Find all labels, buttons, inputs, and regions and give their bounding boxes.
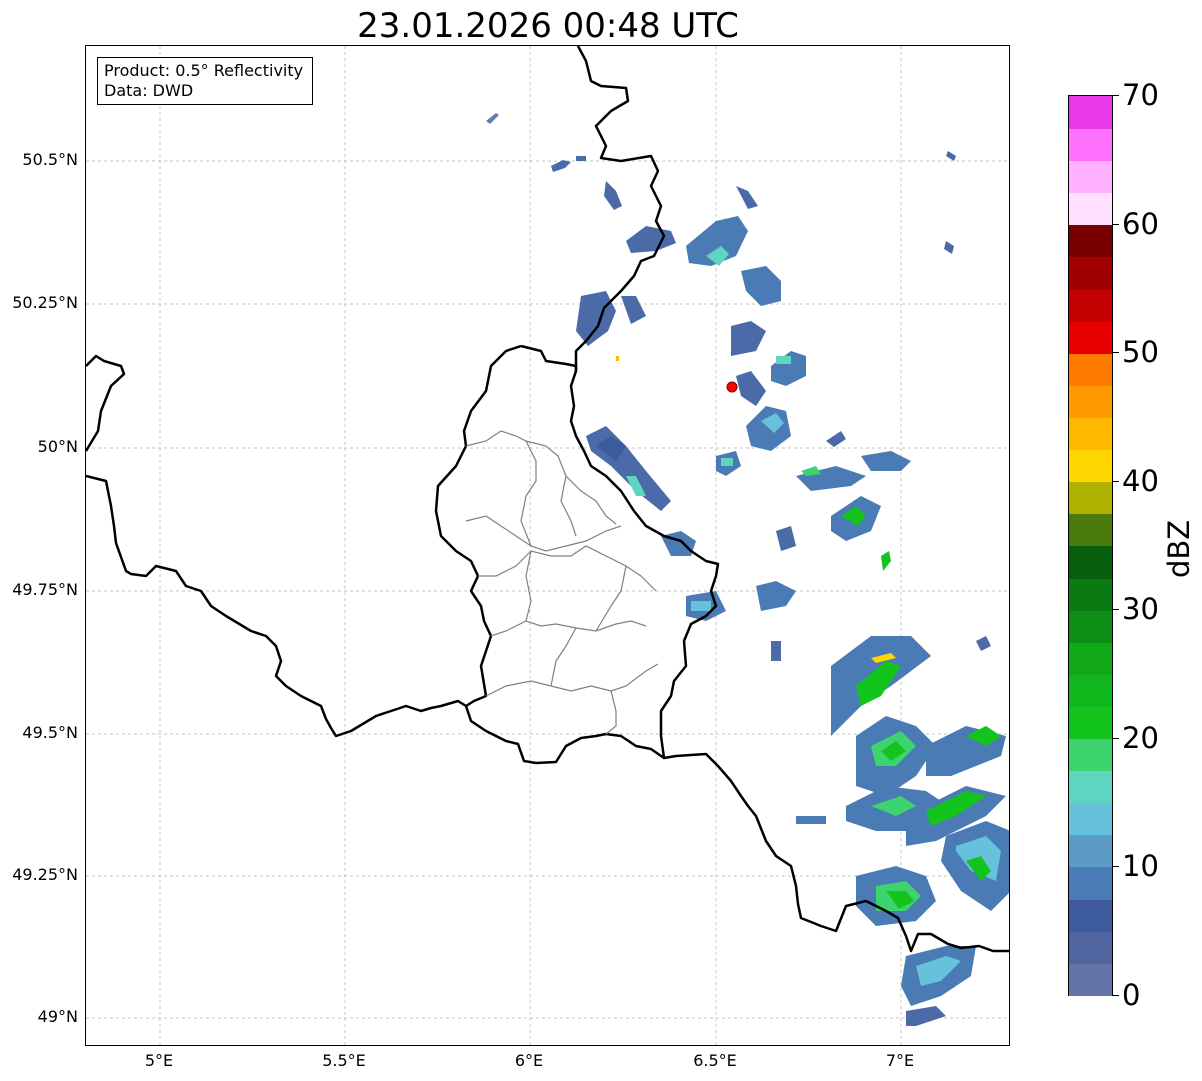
colorbar-tick-mark xyxy=(1113,995,1119,996)
echo-cell xyxy=(626,226,676,253)
colorbar-segment xyxy=(1069,545,1112,579)
colorbar-tick-mark xyxy=(1113,737,1119,739)
lat-tick-label: 49.75°N xyxy=(12,580,78,599)
colorbar-segment xyxy=(1069,288,1112,322)
colorbar-tick-label: 60 xyxy=(1122,206,1159,241)
echo-cell xyxy=(586,426,671,511)
echo-cell xyxy=(861,451,911,471)
echo-cell xyxy=(771,641,781,661)
colorbar-segment xyxy=(1069,320,1112,354)
echo-cell xyxy=(746,406,791,451)
colorbar-segment xyxy=(1069,770,1112,804)
echo-cell xyxy=(776,526,796,551)
echo-cell xyxy=(731,321,766,356)
colorbar-segment xyxy=(1069,577,1112,611)
colorbar-tick-mark xyxy=(1113,480,1119,482)
echo-cell xyxy=(721,458,733,466)
echo-cell xyxy=(946,151,956,161)
colorbar-segment xyxy=(1069,641,1112,675)
colorbar-segment xyxy=(1069,256,1112,290)
echo-cell xyxy=(691,601,711,611)
colorbar-tick-label: 20 xyxy=(1122,720,1159,755)
lon-tick-label: 6.5°E xyxy=(693,1051,737,1070)
echo-cell xyxy=(826,431,846,447)
colorbar-segment xyxy=(1069,706,1112,740)
colorbar-segment xyxy=(1069,449,1112,483)
colorbar-segment xyxy=(1069,128,1112,162)
colorbar-segment xyxy=(1069,96,1112,129)
echo-cell xyxy=(551,160,571,172)
colorbar-segment xyxy=(1069,898,1112,932)
colorbar-segment xyxy=(1069,513,1112,547)
colorbar-segment xyxy=(1069,417,1112,451)
colorbar-tick-label: 30 xyxy=(1122,592,1159,627)
echo-cell xyxy=(576,156,586,161)
colorbar-segment xyxy=(1069,352,1112,386)
echo-cell xyxy=(621,296,646,324)
colorbar xyxy=(1068,95,1113,996)
echo-cell xyxy=(741,266,781,306)
lon-tick-label: 6°E xyxy=(514,1051,544,1070)
lat-tick-label: 49.25°N xyxy=(12,865,78,884)
lon-tick-label: 5°E xyxy=(144,1051,174,1070)
echo-cell xyxy=(881,551,891,571)
colorbar-segment xyxy=(1069,160,1112,194)
colorbar-segment xyxy=(1069,962,1112,996)
data-source-label: Data: DWD xyxy=(104,81,194,100)
colorbar-segment xyxy=(1069,673,1112,707)
lat-tick-label: 49°N xyxy=(37,1007,78,1026)
colorbar-segment xyxy=(1069,224,1112,258)
colorbar-segment xyxy=(1069,384,1112,418)
echo-cell xyxy=(976,636,991,651)
reflectivity-echoes xyxy=(486,113,1009,1026)
product-info-box: Product: 0.5° Reflectivity Data: DWD xyxy=(97,57,313,105)
colorbar-tick-mark xyxy=(1113,866,1119,868)
echo-cell xyxy=(796,816,826,824)
colorbar-segment xyxy=(1069,738,1112,772)
lat-tick-label: 50.5°N xyxy=(22,150,78,169)
colorbar-segment xyxy=(1069,481,1112,515)
echo-cell xyxy=(736,371,766,406)
lat-tick-label: 49.5°N xyxy=(22,723,78,742)
colorbar-tick-mark xyxy=(1113,609,1119,611)
echo-cell xyxy=(756,581,796,611)
echo-cell xyxy=(944,241,954,254)
product-label: Product: 0.5° Reflectivity xyxy=(104,61,304,80)
echo-cell xyxy=(736,186,758,209)
colorbar-tick-label: 10 xyxy=(1122,849,1159,884)
lon-tick-label: 5.5°E xyxy=(322,1051,366,1070)
map-title: 23.01.2026 00:48 UTC xyxy=(357,6,739,46)
colorbar-segment xyxy=(1069,609,1112,643)
colorbar-tick-mark xyxy=(1113,352,1119,354)
lon-tick-label: 7°E xyxy=(885,1051,915,1070)
colorbar-segment xyxy=(1069,802,1112,836)
colorbar-tick-mark xyxy=(1113,223,1119,225)
colorbar-segment xyxy=(1069,192,1112,226)
colorbar-tick-label: 70 xyxy=(1122,78,1159,112)
colorbar-tick-label: 40 xyxy=(1122,463,1159,498)
colorbar-tick-mark xyxy=(1113,95,1119,96)
radar-map[interactable] xyxy=(85,45,1010,1046)
echo-cell xyxy=(486,113,499,124)
lat-tick-label: 50.25°N xyxy=(12,293,78,312)
echo-cell xyxy=(604,181,622,210)
colorbar-segment xyxy=(1069,834,1112,868)
colorbar-segment xyxy=(1069,866,1112,900)
colorbar-tick-label: 50 xyxy=(1122,335,1159,370)
colorbar-tick-label: 0 xyxy=(1122,978,1141,1012)
echo-cell xyxy=(616,356,619,361)
lat-tick-label: 50°N xyxy=(37,437,78,456)
echo-cell xyxy=(776,356,791,364)
colorbar-segment xyxy=(1069,930,1112,964)
echo-cell xyxy=(906,1006,946,1026)
colorbar-label: dBZ xyxy=(1162,519,1196,578)
map-canvas xyxy=(86,46,1009,1045)
radar-site-marker xyxy=(726,381,738,393)
echo-cell xyxy=(576,291,616,346)
